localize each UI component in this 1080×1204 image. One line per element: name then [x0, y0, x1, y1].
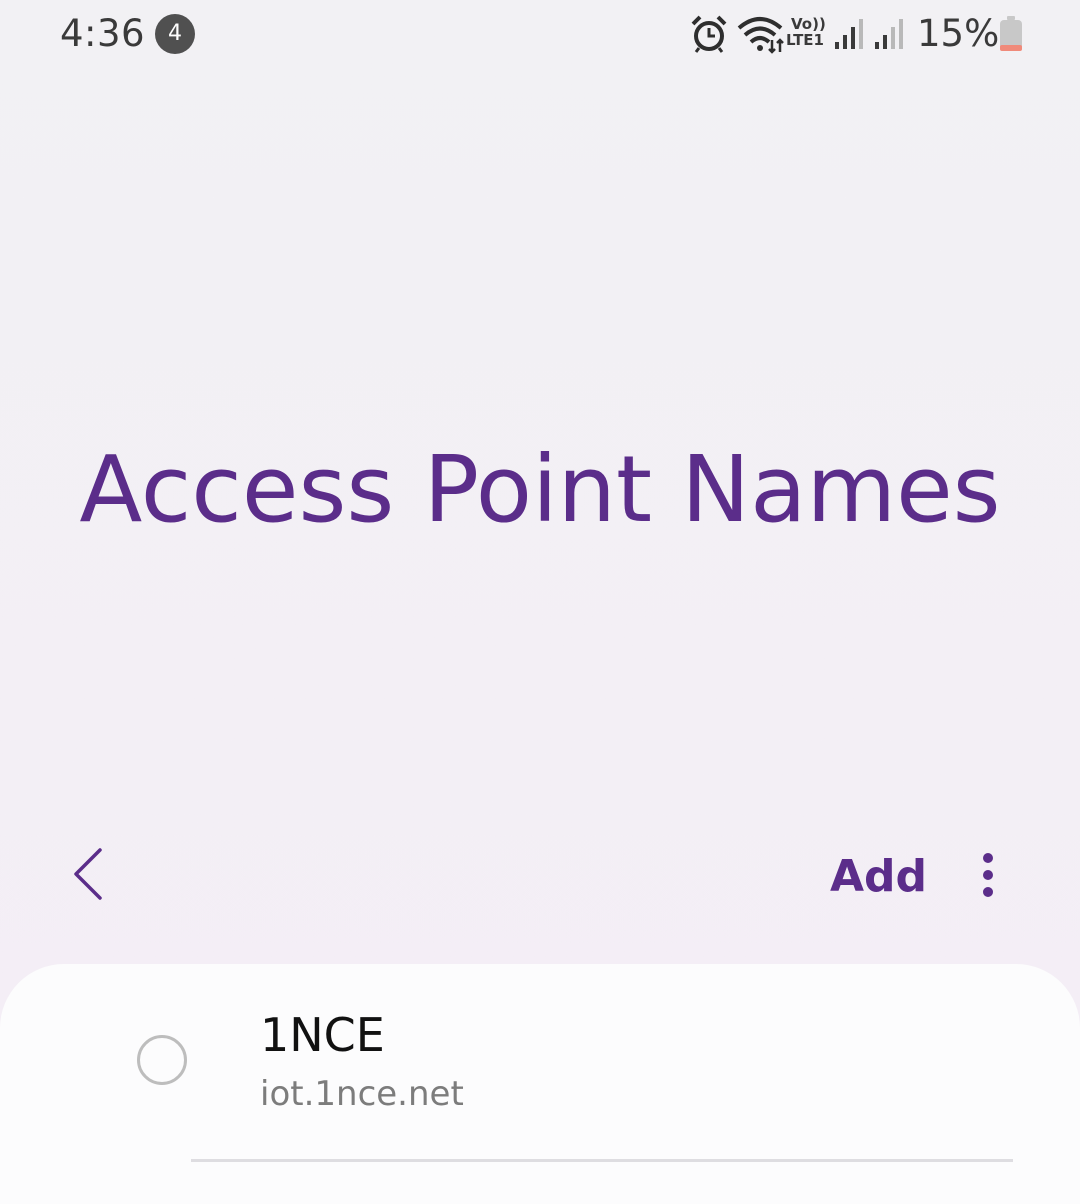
notification-count-badge: 4 — [155, 14, 195, 54]
status-bar: 4:36 4 Vo)) LTE1 15% — [0, 0, 1080, 70]
apn-list-item[interactable]: 1NCE iot.1nce.net — [0, 964, 1080, 1162]
chevron-left-icon — [74, 848, 102, 900]
signal-sim1-icon — [835, 19, 863, 49]
apn-list-card: 1NCE iot.1nce.net — [0, 964, 1080, 1204]
apn-address: iot.1nce.net — [260, 1074, 464, 1114]
lte-sim1-label: LTE1 — [786, 31, 824, 49]
wifi-icon — [737, 17, 784, 54]
alarm-icon — [691, 15, 727, 53]
battery-icon — [1000, 16, 1022, 51]
status-time: 4:36 — [60, 12, 146, 55]
volte-label: Vo)) — [791, 15, 826, 33]
list-divider — [191, 1159, 1013, 1162]
signal-sim2-icon — [875, 19, 903, 49]
more-vertical-icon — [983, 853, 993, 897]
back-button[interactable] — [62, 840, 118, 910]
page-title: Access Point Names — [79, 436, 1001, 543]
more-options-button[interactable] — [963, 846, 1013, 906]
add-apn-button[interactable]: Add — [820, 846, 937, 906]
volte-lte-indicator: Vo)) LTE1 — [786, 16, 828, 48]
apn-radio-button[interactable] — [137, 1035, 187, 1085]
apn-name: 1NCE — [260, 1008, 385, 1062]
battery-percent: 15% — [917, 12, 1000, 55]
